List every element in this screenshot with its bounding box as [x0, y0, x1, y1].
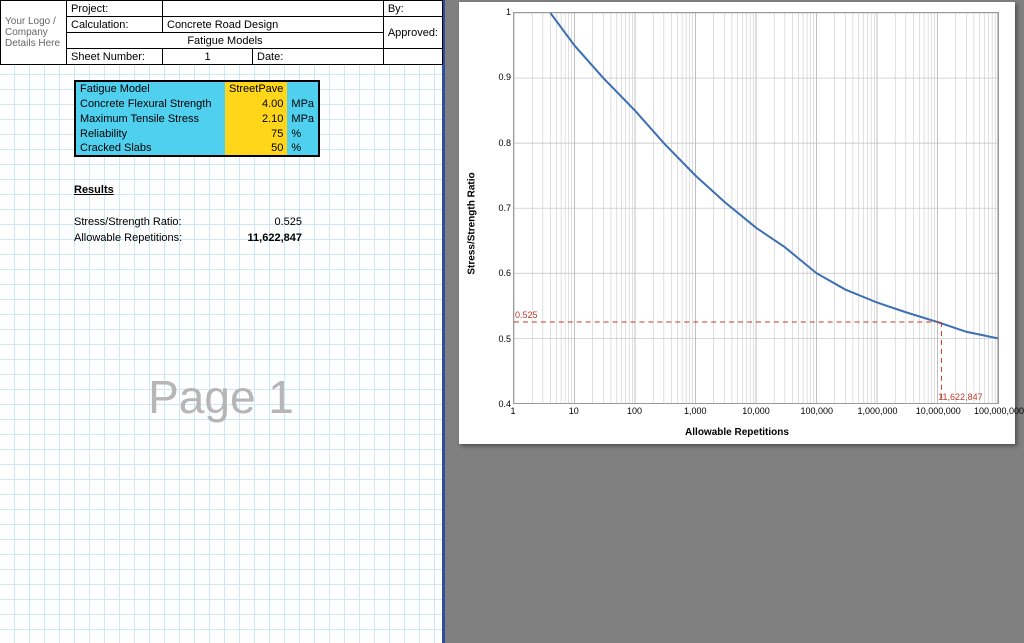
chart-xtick: 100: [627, 406, 642, 416]
logo-placeholder: Your Logo / Company Details Here: [1, 1, 67, 65]
by-label: By:: [383, 1, 442, 17]
project-value[interactable]: [163, 1, 384, 17]
calculation-sub: Fatigue Models: [67, 33, 384, 49]
chart-ytick: 0.4: [485, 399, 511, 409]
chart-xtick: 10,000: [742, 406, 770, 416]
chart-xlabel: Allowable Repetitions: [459, 427, 1015, 438]
sheet-value[interactable]: 1: [163, 49, 253, 65]
calculation-value[interactable]: Concrete Road Design: [163, 17, 384, 33]
page-watermark: Page 1: [0, 370, 442, 424]
calculation-label: Calculation:: [67, 17, 163, 33]
results-heading: Results: [74, 184, 302, 196]
chart-xtick: 1,000: [684, 406, 707, 416]
chart-xtick: 1,000,000: [857, 406, 897, 416]
param-label: Concrete Flexural Strength: [75, 96, 225, 111]
chart-xtick: 10,000,000: [916, 406, 961, 416]
chart-plot-area: [513, 12, 999, 404]
chart-ytick: 0.7: [485, 203, 511, 213]
chart-card: Stress/Strength Ratio 0.4 0.5 0.6 0.7 0.8 0.9…: [459, 2, 1015, 444]
result-value: 0.525: [232, 214, 302, 230]
chart-yticks: 0.40.50.60.70.80.91: [485, 12, 511, 404]
chart-xtick: 10: [569, 406, 579, 416]
header-table: Your Logo / Company Details Here Project…: [0, 0, 443, 65]
spreadsheet-page: Your Logo / Company Details Here Project…: [0, 0, 445, 643]
param-value[interactable]: 75: [225, 126, 287, 141]
fatigue-model-label: Fatigue Model: [75, 81, 225, 96]
param-label: Cracked Slabs: [75, 141, 225, 156]
chart-ytick: 0.8: [485, 138, 511, 148]
param-value[interactable]: 2.10: [225, 111, 287, 126]
result-value: 11,622,847: [232, 230, 302, 246]
date-label: Date:: [253, 49, 384, 65]
param-value[interactable]: 50: [225, 141, 287, 156]
approved-label: Approved:: [383, 17, 442, 49]
chart-ylabel: Stress/Strength Ratio: [465, 2, 479, 444]
result-label: Allowable Repetitions:: [74, 230, 224, 246]
param-label: Maximum Tensile Stress: [75, 111, 225, 126]
chart-ytick: 1: [485, 7, 511, 17]
chart-xtick: 100,000,000: [974, 406, 1024, 416]
param-unit: %: [287, 141, 319, 156]
param-unit: MPa: [287, 111, 319, 126]
fatigue-model-value[interactable]: StreetPave: [225, 81, 287, 96]
param-value[interactable]: 4.00: [225, 96, 287, 111]
date-value[interactable]: [383, 49, 442, 65]
chart-ytick: 0.6: [485, 268, 511, 278]
chart-pane: Stress/Strength Ratio 0.4 0.5 0.6 0.7 0.8 0.9…: [445, 0, 1024, 643]
param-label: Reliability: [75, 126, 225, 141]
chart-ytick: 0.9: [485, 72, 511, 82]
chart-marker-x-label: 11,622,847: [938, 392, 982, 402]
chart-xticks: 1 10 100 1,000 10,000 100,000 1,000,000 10,000,…: [513, 406, 999, 420]
param-unit: MPa: [287, 96, 319, 111]
chart-marker-y-label: 0.525: [515, 310, 538, 320]
chart-xtick: 100,000: [800, 406, 833, 416]
chart-ytick: 0.5: [485, 334, 511, 344]
param-unit: %: [287, 126, 319, 141]
chart-xtick: 1: [510, 406, 515, 416]
results-block: Results Stress/Strength Ratio: 0.525 All…: [74, 184, 302, 246]
parameters-table: Fatigue Model StreetPave Concrete Flexur…: [74, 80, 320, 157]
sheet-label: Sheet Number:: [67, 49, 163, 65]
project-label: Project:: [67, 1, 163, 17]
result-label: Stress/Strength Ratio:: [74, 214, 224, 230]
